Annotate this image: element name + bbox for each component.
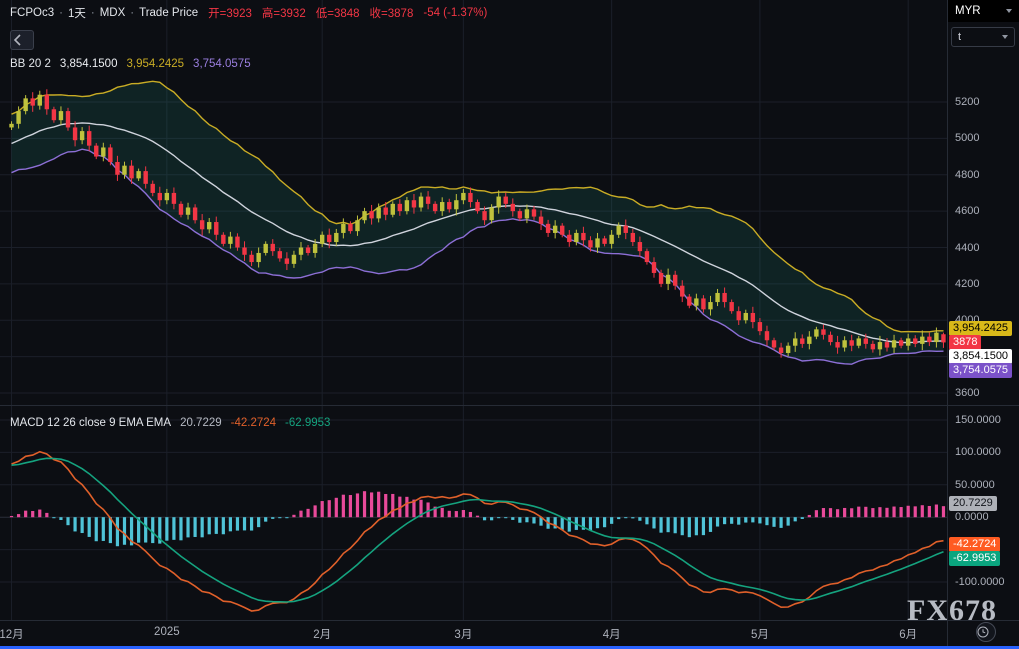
macd-tick: 150.0000: [955, 414, 1001, 426]
chevron-left-icon: [13, 34, 21, 46]
bb-lower-badge: 3,754.0575: [949, 362, 1013, 378]
macd-legend-row: MACD 12 26 close 9 EMA EMA 20.7229 -42.2…: [10, 417, 330, 429]
time-tick: 2月: [313, 629, 332, 641]
price-scale[interactable]: MYR t 5200500048004600440042004000380036…: [947, 0, 1019, 649]
macd-tick: 50.0000: [955, 478, 995, 491]
macd-indicator-label[interactable]: MACD 12 26 close 9 EMA EMA: [10, 417, 171, 429]
chart-legend: FCPOc3 · 1天 · MDX · Trade Price 开=3923 高…: [10, 5, 487, 70]
bb-basis-badge: 3,854.1500: [949, 348, 1013, 364]
macd-signal-badge: -62.9953: [949, 550, 1001, 566]
macd-tick: 0.0000: [955, 511, 989, 524]
macd-tick: -100.0000: [955, 576, 1005, 588]
time-tick: 12月: [0, 629, 24, 641]
bb-upper-value: 3,954.2425: [126, 58, 185, 70]
price-tick: 3600: [955, 387, 980, 399]
macd-tick: 100.0000: [955, 446, 1001, 459]
price-tick: 4200: [955, 277, 980, 290]
interval-label[interactable]: 1天: [68, 5, 86, 21]
high-value: 高=3932: [261, 8, 306, 20]
series-type-label: Trade Price: [139, 7, 199, 19]
time-scale[interactable]: 12月 2025 2月 3月 4月 5月 6月: [0, 620, 1019, 647]
chevron-down-icon: [1006, 9, 1012, 13]
unit-label: t: [958, 31, 962, 43]
time-tick: 3月: [454, 629, 473, 641]
time-tick: 4月: [602, 629, 621, 641]
macd-hist-value: 20.7229: [180, 417, 222, 429]
macd-hist-badge: 20.7229: [949, 495, 997, 511]
currency-selector[interactable]: MYR: [948, 0, 1019, 22]
macd-signal-value: -62.9953: [285, 417, 331, 429]
price-tick: 4800: [955, 168, 980, 181]
currency-label: MYR: [955, 5, 981, 17]
time-tick: 6月: [899, 629, 918, 641]
unit-selector[interactable]: t: [951, 27, 1015, 47]
symbol-name[interactable]: FCPOc3: [10, 7, 54, 19]
price-tick: 5000: [955, 132, 980, 145]
open-value: 开=3923: [208, 8, 252, 20]
macd-chart-canvas[interactable]: [0, 405, 947, 620]
separator-dot: ·: [59, 7, 63, 19]
bb-basis-value: 3,854.1500: [59, 58, 118, 70]
bb-upper-badge: 3,954.2425: [949, 320, 1013, 336]
change-value: -54 (-1.37%): [423, 7, 488, 19]
low-value: 低=3848: [315, 8, 360, 20]
price-tick: 5200: [955, 96, 980, 108]
pane-separator[interactable]: [0, 405, 1019, 406]
price-tick: 4400: [955, 241, 980, 254]
time-tick: 2025: [154, 626, 180, 638]
macd-line-value: -42.2724: [230, 417, 277, 429]
symbol-legend-row: FCPOc3 · 1天 · MDX · Trade Price 开=3923 高…: [10, 5, 487, 21]
trading-chart-app: FCPOc3 · 1天 · MDX · Trade Price 开=3923 高…: [0, 0, 1019, 649]
exchange-label: MDX: [99, 7, 126, 19]
bb-legend-row: BB 20 2 3,854.1500 3,954.2425 3,754.0575: [10, 58, 487, 70]
close-value: 收=3878: [369, 8, 414, 20]
price-tick: 4600: [955, 205, 980, 218]
bb-indicator-label[interactable]: BB 20 2: [10, 58, 51, 70]
back-button[interactable]: [10, 30, 34, 50]
time-tick: 5月: [750, 629, 769, 641]
chevron-down-icon: [1002, 35, 1008, 39]
bb-lower-value: 3,754.0575: [193, 58, 251, 70]
macd-line-badge: -42.2724: [949, 536, 1001, 552]
clock-icon[interactable]: [976, 622, 996, 642]
last-price-badge: 3878: [949, 334, 982, 350]
separator-dot: ·: [90, 7, 95, 19]
separator-dot: ·: [130, 7, 135, 19]
